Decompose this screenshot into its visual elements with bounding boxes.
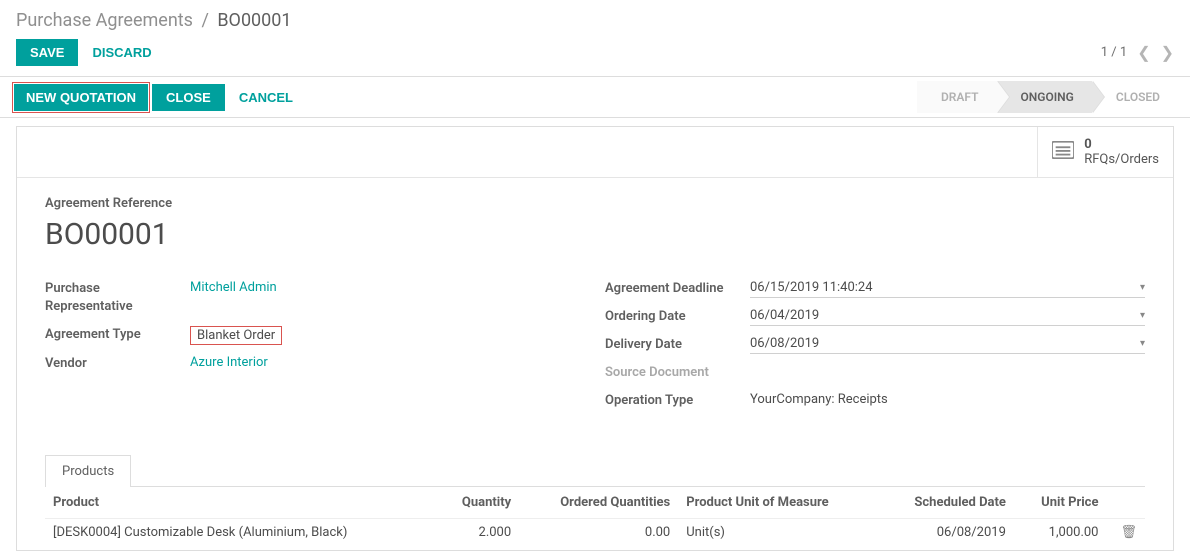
pager-text: 1 / 1 — [1101, 45, 1127, 60]
status-draft[interactable]: DRAFT — [917, 81, 997, 113]
operation-type-label: Operation Type — [605, 392, 750, 410]
cell-price[interactable]: 1,000.00 — [1014, 519, 1107, 547]
delivery-date-value: 06/08/2019 — [750, 336, 1140, 351]
pager-next-icon[interactable]: ❯ — [1161, 43, 1174, 62]
cancel-button[interactable]: CANCEL — [225, 84, 307, 111]
tab-products[interactable]: Products — [45, 455, 131, 487]
delivery-date-label: Delivery Date — [605, 336, 750, 354]
left-column: Purchase Representative Mitchell Admin A… — [45, 280, 585, 420]
ordering-date-input[interactable]: 06/04/2019 ▾ — [750, 308, 1145, 326]
cell-ordered[interactable]: 0.00 — [519, 519, 678, 547]
caret-down-icon: ▾ — [1140, 338, 1145, 349]
col-ordered[interactable]: Ordered Quantities — [519, 487, 678, 519]
col-product[interactable]: Product — [45, 487, 437, 519]
new-quotation-highlight: NEW QUOTATION — [12, 82, 150, 113]
pager-prev-icon[interactable]: ❮ — [1137, 43, 1150, 62]
purchase-representative-label: Purchase Representative — [45, 280, 190, 316]
breadcrumb-parent[interactable]: Purchase Agreements — [16, 10, 193, 31]
breadcrumb-current: BO00001 — [217, 10, 291, 31]
vendor-value[interactable]: Azure Interior — [190, 355, 585, 370]
vendor-label: Vendor — [45, 355, 190, 373]
form-action-bar: NEW QUOTATION CLOSE CANCEL DRAFT ONGOING… — [0, 76, 1190, 118]
col-price[interactable]: Unit Price — [1014, 487, 1107, 519]
top-action-bar: SAVE DISCARD 1 / 1 ❮ ❯ — [0, 37, 1190, 76]
cell-quantity[interactable]: 2.000 — [437, 519, 519, 547]
discard-button[interactable]: DISCARD — [78, 39, 165, 66]
purchase-representative-value[interactable]: Mitchell Admin — [190, 280, 585, 295]
caret-down-icon: ▾ — [1140, 310, 1145, 321]
stat-count: 0 — [1084, 137, 1159, 152]
agreement-reference: BO00001 — [45, 217, 1145, 252]
new-quotation-button[interactable]: NEW QUOTATION — [14, 84, 148, 111]
agreement-deadline-label: Agreement Deadline — [605, 280, 750, 298]
stat-label: RFQs/Orders — [1084, 152, 1159, 167]
breadcrumb: Purchase Agreements / BO00001 — [0, 0, 1190, 37]
agreement-deadline-input[interactable]: 06/15/2019 11:40:24 ▾ — [750, 280, 1145, 298]
ordering-date-label: Ordering Date — [605, 308, 750, 326]
rfq-orders-stat-button[interactable]: 0 RFQs/Orders — [1037, 127, 1173, 177]
list-icon — [1052, 141, 1074, 163]
col-uom[interactable]: Product Unit of Measure — [678, 487, 878, 519]
save-button[interactable]: SAVE — [16, 39, 78, 66]
cell-uom[interactable]: Unit(s) — [678, 519, 878, 547]
cell-product[interactable]: [DESK0004] Customizable Desk (Aluminium,… — [45, 519, 437, 547]
col-scheduled[interactable]: Scheduled Date — [878, 487, 1014, 519]
agreement-type-label: Agreement Type — [45, 326, 190, 344]
pager: 1 / 1 ❮ ❯ — [1101, 43, 1174, 62]
delivery-date-input[interactable]: 06/08/2019 ▾ — [750, 336, 1145, 354]
right-column: Agreement Deadline 06/15/2019 11:40:24 ▾… — [605, 280, 1145, 420]
source-document-label: Source Document — [605, 364, 750, 382]
operation-type-value[interactable]: YourCompany: Receipts — [750, 392, 1145, 407]
col-quantity[interactable]: Quantity — [437, 487, 519, 519]
status-bar: DRAFT ONGOING CLOSED — [917, 81, 1178, 113]
caret-down-icon: ▾ — [1140, 282, 1145, 293]
table-row[interactable]: [DESK0004] Customizable Desk (Aluminium,… — [45, 519, 1145, 547]
breadcrumb-separator: / — [201, 10, 208, 31]
form-sheet: 0 RFQs/Orders Agreement Reference BO0000… — [16, 126, 1174, 551]
cell-scheduled[interactable]: 06/08/2019 — [878, 519, 1014, 547]
agreement-type-value[interactable]: Blanket Order — [190, 326, 282, 345]
ordering-date-value: 06/04/2019 — [750, 308, 1140, 323]
close-button[interactable]: CLOSE — [152, 84, 225, 111]
trash-icon[interactable]: 🗑 — [1120, 525, 1137, 540]
products-table: Product Quantity Ordered Quantities Prod… — [45, 487, 1145, 546]
agreement-reference-label: Agreement Reference — [45, 196, 1145, 211]
agreement-deadline-value: 06/15/2019 11:40:24 — [750, 280, 1140, 295]
status-ongoing[interactable]: ONGOING — [997, 81, 1092, 113]
